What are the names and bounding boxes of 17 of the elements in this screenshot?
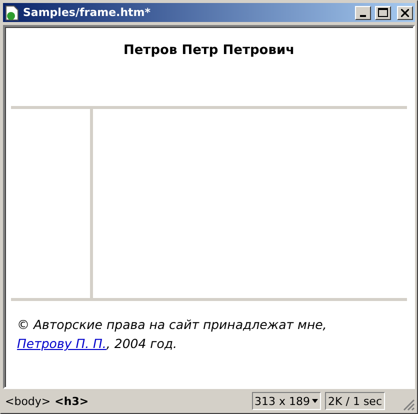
page-heading: Петров Петр Петрович bbox=[123, 43, 294, 60]
minimize-button[interactable] bbox=[355, 6, 371, 20]
download-time-field: 2K / 1 sec bbox=[325, 392, 385, 410]
maximize-icon bbox=[378, 8, 388, 17]
author-link[interactable]: Петрову П. П. bbox=[17, 336, 106, 351]
close-icon bbox=[401, 8, 409, 16]
minimize-icon bbox=[360, 14, 366, 16]
caret-icon bbox=[312, 399, 318, 403]
window-title: Samples/frame.htm* bbox=[23, 6, 152, 19]
close-button[interactable] bbox=[397, 6, 413, 20]
document-icon bbox=[5, 4, 19, 20]
copyright-text: © Авторские права на сайт принадлежат мне, Петрову П. П., 2004 год. bbox=[17, 316, 328, 353]
maximize-button[interactable] bbox=[375, 6, 391, 20]
window-size-field[interactable]: 313 x 189 bbox=[252, 392, 322, 410]
tag-selector[interactable]: <h3> bbox=[54, 394, 89, 408]
tag-selector[interactable]: <body> bbox=[5, 394, 51, 408]
resize-grip-icon[interactable] bbox=[403, 399, 415, 411]
